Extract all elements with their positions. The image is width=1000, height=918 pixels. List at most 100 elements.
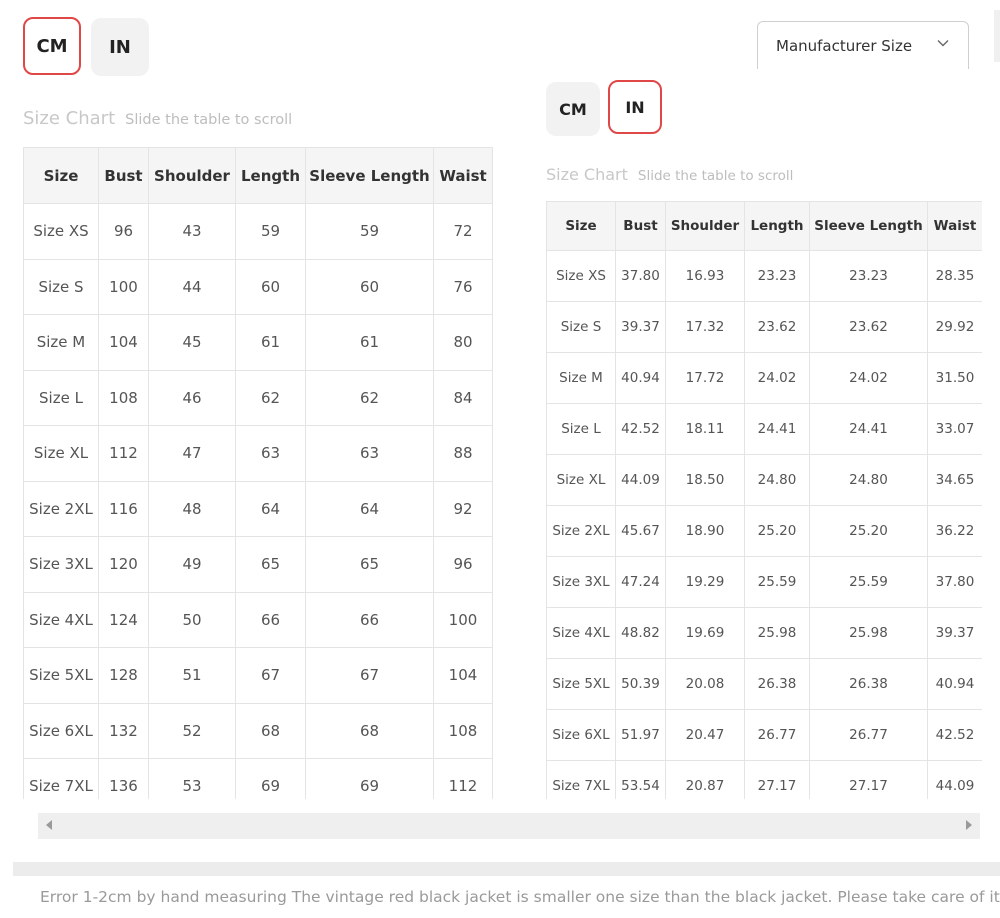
table-cell: 67 (235, 647, 306, 704)
scroll-left-arrow-icon[interactable] (46, 820, 52, 830)
table-cell: 104 (433, 647, 493, 704)
table-cell: 25.98 (809, 607, 928, 659)
table-cell: Size M (546, 352, 616, 404)
table-cell: Size 2XL (23, 480, 99, 537)
table-cell: 33.07 (927, 403, 982, 455)
table-row: Size 7XL 53.54 20.87 27.17 27.17 44.09 (546, 760, 982, 799)
table-cell: Size 3XL (546, 556, 616, 608)
table-cell: 116 (98, 480, 149, 537)
table-cell: 80 (433, 314, 493, 371)
table-cell: 24.41 (809, 403, 928, 455)
size-table-cm-scroll[interactable]: Size Bust Shoulder Length Sleeve Length Waist… (23, 147, 493, 799)
table-cell: 51.97 (615, 709, 666, 761)
table-cell: 84 (433, 369, 493, 426)
table-cell: 24.41 (744, 403, 810, 455)
table-cell: 69 (305, 758, 434, 799)
table-row: Size L 42.52 18.11 24.41 24.41 33.07 (546, 403, 982, 455)
size-chart-heading-in: Size Chart Slide the table to scroll (546, 165, 793, 184)
table-row: Size 5XL 128 51 67 67 104 (23, 647, 493, 704)
table-row: Size 5XL 50.39 20.08 26.38 26.38 40.94 (546, 658, 982, 710)
manufacturer-size-select[interactable]: Manufacturer Size (757, 21, 969, 69)
table-cell: 31.50 (927, 352, 982, 404)
column-header: Sleeve Length (305, 147, 434, 204)
unit-cm-button-2[interactable]: CM (546, 82, 600, 136)
table-cell: 23.62 (809, 301, 928, 353)
column-header: Size (23, 147, 99, 204)
table-cell: 18.50 (665, 454, 745, 506)
table-cell: 62 (305, 369, 434, 426)
scroll-right-arrow-icon[interactable] (966, 820, 972, 830)
table-cell: Size L (23, 369, 99, 426)
unit-cm-button[interactable]: CM (23, 17, 81, 75)
table-cell: 59 (305, 203, 434, 260)
column-header: Size (546, 201, 616, 251)
table-cell: 61 (235, 314, 306, 371)
table-cell: 53 (148, 758, 236, 799)
manufacturer-size-select-value: Manufacturer Size (776, 36, 913, 55)
table-cell: 68 (235, 702, 306, 759)
size-chart-heading-cm: Size Chart Slide the table to scroll (23, 108, 292, 129)
table-cell: 29.92 (927, 301, 982, 353)
table-cell: 19.69 (665, 607, 745, 659)
table-cell: 44 (148, 258, 236, 315)
table-cell: 28.35 (927, 250, 982, 302)
table-row: Size 4XL 48.82 19.69 25.98 25.98 39.37 (546, 607, 982, 659)
table-cell: 72 (433, 203, 493, 260)
size-table-cm: Size Bust Shoulder Length Sleeve Length Waist… (23, 147, 493, 799)
table-cell: 20.08 (665, 658, 745, 710)
size-table-in-scroll[interactable]: Size Bust Shoulder Length Sleeve Length Waist… (546, 201, 982, 799)
table-cell: 34.65 (927, 454, 982, 506)
horizontal-scrollbar[interactable] (38, 813, 980, 839)
table-cell: 64 (235, 480, 306, 537)
table-cell: 25.59 (809, 556, 928, 608)
table-cell: 26.77 (809, 709, 928, 761)
table-cell: Size 5XL (23, 647, 99, 704)
table-row: Size 2XL 45.67 18.90 25.20 25.20 36.22 (546, 505, 982, 557)
table-cell: Size XS (23, 203, 99, 260)
table-row: Size S 100 44 60 60 76 (23, 258, 493, 315)
table-cell: 66 (235, 591, 306, 648)
table-cell: 25.20 (809, 505, 928, 557)
table-cell: 23.62 (744, 301, 810, 353)
table-row: Size 6XL 132 52 68 68 108 (23, 702, 493, 759)
table-cell: 42.52 (615, 403, 666, 455)
unit-in-button[interactable]: IN (91, 18, 149, 76)
unit-in-button-2[interactable]: IN (608, 80, 662, 134)
column-header: Bust (98, 147, 149, 204)
table-cell: 61 (305, 314, 434, 371)
table-cell: Size M (23, 314, 99, 371)
table-cell: 26.77 (744, 709, 810, 761)
table-cell: 67 (305, 647, 434, 704)
table-cell: 108 (98, 369, 149, 426)
column-header: Sleeve Length (809, 201, 928, 251)
table-cell: Size XL (546, 454, 616, 506)
table-cell: 23.23 (809, 250, 928, 302)
table-cell: 62 (235, 369, 306, 426)
table-cell: 49 (148, 536, 236, 593)
table-cell: Size 4XL (23, 591, 99, 648)
table-cell: 50.39 (615, 658, 666, 710)
table-cell: 17.72 (665, 352, 745, 404)
table-cell: 24.02 (809, 352, 928, 404)
table-cell: 65 (305, 536, 434, 593)
table-cell: 23.23 (744, 250, 810, 302)
table-cell: 53.54 (615, 760, 666, 799)
chevron-down-icon (937, 40, 949, 47)
measurement-note: Error 1-2cm by hand measuring The vintag… (0, 876, 1000, 918)
size-chart-title: Size Chart (23, 108, 116, 129)
column-header: Length (235, 147, 306, 204)
table-cell: 40.94 (615, 352, 666, 404)
table-cell: 20.47 (665, 709, 745, 761)
table-cell: 64 (305, 480, 434, 537)
table-cell: 60 (305, 258, 434, 315)
table-cell: 68 (305, 702, 434, 759)
table-cell: Size S (546, 301, 616, 353)
table-cell: 39.37 (615, 301, 666, 353)
table-cell: 96 (98, 203, 149, 260)
table-cell: 52 (148, 702, 236, 759)
table-row: Size 6XL 51.97 20.47 26.77 26.77 42.52 (546, 709, 982, 761)
table-cell: Size 2XL (546, 505, 616, 557)
table-cell: 96 (433, 536, 493, 593)
table-cell: Size XL (23, 425, 99, 482)
table-cell: 124 (98, 591, 149, 648)
